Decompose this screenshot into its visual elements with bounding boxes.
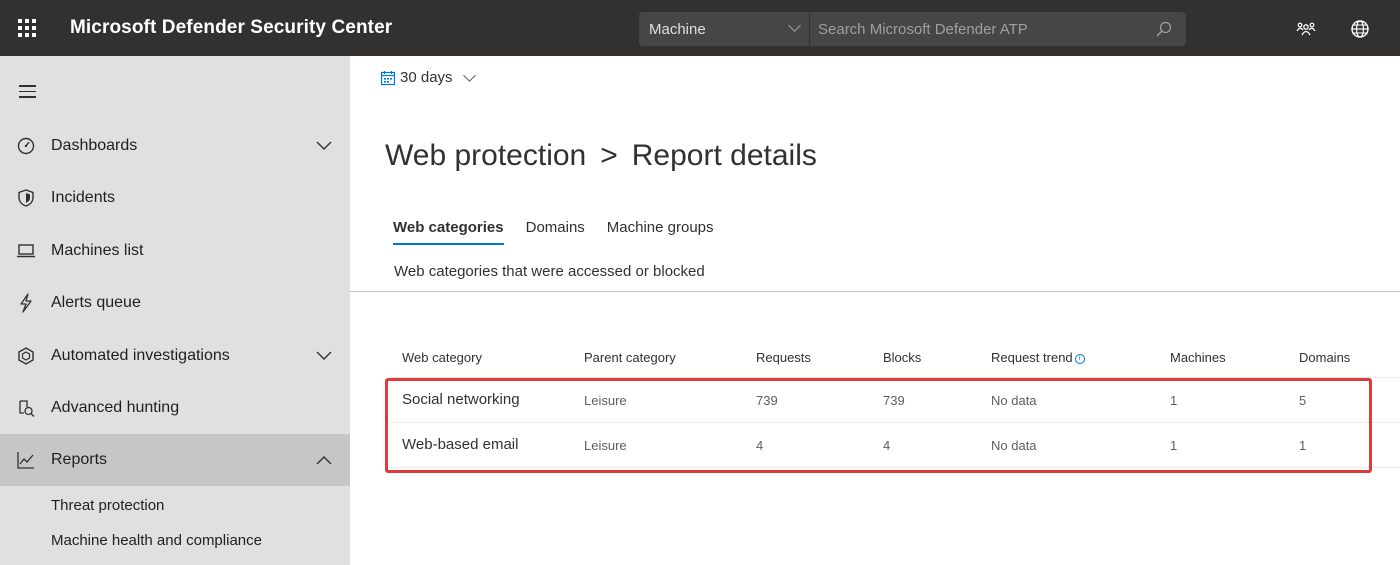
cell-domains: 5 — [1299, 393, 1307, 408]
column-header-request-trend[interactable]: Request trend i — [991, 350, 1085, 365]
search-input[interactable] — [818, 18, 1148, 40]
breadcrumb-current: Report details — [631, 139, 817, 172]
tab-bar: Web categories Domains Machine groups — [393, 219, 736, 245]
divider — [350, 291, 1400, 292]
tab-machine-groups[interactable]: Machine groups — [607, 219, 714, 245]
tab-web-categories[interactable]: Web categories — [393, 219, 504, 245]
sidebar-item-label: Advanced hunting — [51, 399, 180, 416]
sidebar-item-automated-investigations[interactable]: Automated investigations — [0, 330, 350, 382]
search-scope-dropdown[interactable]: Machine — [639, 12, 809, 46]
sidebar-subitem-threat-protection[interactable]: Threat protection — [51, 497, 164, 514]
shield-icon — [18, 189, 34, 207]
sidebar-subitem-machine-health[interactable]: Machine health and compliance — [51, 532, 262, 549]
cell-machines: 1 — [1170, 393, 1178, 408]
app-launcher-icon[interactable] — [18, 19, 36, 37]
date-range-value: 30 days — [400, 69, 453, 86]
app-title: Microsoft Defender Security Center — [70, 17, 393, 38]
cell-requests: 4 — [756, 438, 764, 453]
community-icon[interactable] — [1296, 19, 1316, 39]
sidebar-item-incidents[interactable]: Incidents — [0, 172, 350, 224]
laptop-icon — [17, 244, 35, 258]
table-header: Web category Parent category Requests Bl… — [390, 342, 1400, 378]
cell-web-category: Web-based email — [402, 436, 519, 453]
page-title: Web protection > Report details — [385, 139, 817, 173]
hamburger-menu-icon[interactable] — [19, 85, 37, 99]
cell-blocks: 4 — [883, 438, 891, 453]
sidebar-item-label: Alerts queue — [51, 294, 141, 311]
sidebar-item-machines-list[interactable]: Machines list — [0, 225, 350, 277]
info-icon[interactable]: i — [1074, 354, 1085, 364]
search-box[interactable] — [810, 12, 1186, 46]
cell-request-trend: No data — [991, 438, 1037, 453]
column-header-requests[interactable]: Requests — [756, 350, 811, 365]
top-bar: Microsoft Defender Security Center Machi… — [0, 0, 1400, 56]
cell-request-trend: No data — [991, 393, 1037, 408]
sidebar-item-label: Automated investigations — [51, 347, 230, 364]
sidebar-item-dashboards[interactable]: Dashboards — [0, 120, 350, 172]
breadcrumb-separator: > — [600, 139, 618, 172]
lightning-icon — [20, 293, 32, 313]
column-header-web-category[interactable]: Web category — [402, 350, 482, 365]
line-chart-icon — [17, 452, 34, 469]
chevron-down-icon — [462, 68, 476, 82]
hexagon-icon — [18, 347, 34, 365]
dashboard-gauge-icon — [17, 137, 35, 155]
calendar-icon — [380, 70, 396, 85]
sidebar-item-label: Reports — [51, 451, 108, 468]
chevron-down-icon — [788, 19, 801, 32]
cell-domains: 1 — [1299, 438, 1307, 453]
sidebar-item-label: Dashboards — [51, 137, 138, 154]
cell-blocks: 739 — [883, 393, 905, 408]
cell-machines: 1 — [1170, 438, 1178, 453]
column-header-blocks[interactable]: Blocks — [883, 350, 921, 365]
cell-web-category: Social networking — [402, 391, 520, 408]
main-content: 30 days Web protection > Report details We… — [350, 56, 1400, 565]
web-categories-table: Web category Parent category Requests Bl… — [390, 342, 1400, 468]
sidebar-item-alerts-queue[interactable]: Alerts queue — [0, 277, 350, 329]
search-scope-value: Machine — [649, 20, 706, 38]
sidebar-item-label: Machines list — [51, 242, 144, 259]
sidebar-item-advanced-hunting[interactable]: Advanced hunting — [0, 382, 350, 434]
date-range-filter[interactable]: 30 days — [380, 68, 476, 86]
cell-requests: 739 — [756, 393, 778, 408]
hunting-icon — [19, 400, 35, 417]
column-header-machines[interactable]: Machines — [1170, 350, 1226, 365]
chevron-down-icon — [316, 141, 332, 150]
globe-icon[interactable] — [1350, 19, 1370, 39]
tab-domains[interactable]: Domains — [526, 219, 585, 245]
column-header-parent-category[interactable]: Parent category — [584, 350, 676, 365]
column-header-domains[interactable]: Domains — [1299, 350, 1350, 365]
cell-parent-category: Leisure — [584, 438, 627, 453]
search-icon[interactable] — [1156, 21, 1172, 37]
table-row[interactable]: Web-based email Leisure 4 4 No data 1 1 — [390, 423, 1400, 468]
sidebar-item-reports[interactable]: Reports — [0, 434, 350, 486]
cell-parent-category: Leisure — [584, 393, 627, 408]
chevron-up-icon — [316, 456, 332, 465]
sidebar-nav: Dashboards Incidents Machines list Alert… — [0, 56, 350, 565]
chevron-down-icon — [316, 351, 332, 360]
sidebar-item-label: Incidents — [51, 189, 116, 206]
tab-description: Web categories that were accessed or blo… — [394, 263, 705, 280]
table-row[interactable]: Social networking Leisure 739 739 No dat… — [390, 378, 1400, 423]
breadcrumb-parent[interactable]: Web protection — [385, 139, 586, 172]
column-header-label: Request trend — [991, 350, 1073, 365]
